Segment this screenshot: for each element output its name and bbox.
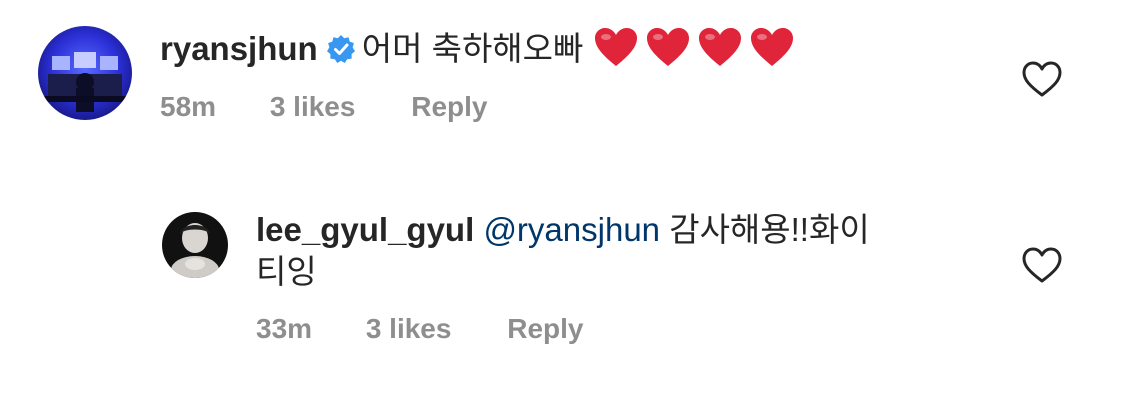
avatar-lee-gyul-gyul[interactable] bbox=[162, 212, 228, 278]
comment-meta: 33m 3 likes Reply bbox=[256, 312, 584, 346]
comment-text-continued: 티잉 bbox=[256, 253, 317, 290]
avatar-lee-gyul-gyul-image bbox=[162, 212, 228, 278]
comment-username[interactable]: lee_gyul_gyul bbox=[256, 211, 474, 248]
verified-badge-icon bbox=[326, 33, 356, 73]
heart-emoji-group bbox=[593, 26, 794, 77]
comment-timestamp: 58m bbox=[160, 91, 217, 122]
comment-ryansjhun: ryansjhun 어머 축하해오빠 58m 3 likes Reply bbox=[0, 0, 1125, 160]
comment-text: 어머 축하해오빠 bbox=[361, 30, 584, 67]
mention-link[interactable]: @ryansjhun bbox=[483, 211, 660, 248]
comment-meta: 58m 3 likes Reply bbox=[160, 90, 488, 124]
reply-button[interactable]: Reply bbox=[411, 90, 487, 124]
comment-timestamp: 33m bbox=[256, 313, 313, 344]
heart-outline-icon bbox=[1022, 247, 1062, 283]
avatar-ryansjhun[interactable] bbox=[38, 26, 132, 120]
comment-text: 감사해용!!화이 bbox=[669, 211, 870, 248]
comment-likes-count[interactable]: 3 likes bbox=[270, 90, 356, 124]
comment-lee-gyul-gyul: lee_gyul_gyul @ryansjhun 감사해용!!화이 티잉 33m… bbox=[0, 190, 1125, 390]
reply-button[interactable]: Reply bbox=[507, 312, 583, 346]
red-heart-emojis-icon bbox=[595, 28, 794, 66]
comment-ryansjhun-body: ryansjhun 어머 축하해오빠 bbox=[160, 26, 794, 77]
like-button[interactable] bbox=[1020, 244, 1064, 288]
like-button[interactable] bbox=[1020, 58, 1064, 102]
comment-lee-gyul-gyul-line2: 티잉 bbox=[256, 252, 317, 292]
heart-outline-icon bbox=[1022, 61, 1062, 97]
avatar-ryansjhun-image bbox=[38, 26, 132, 120]
comment-lee-gyul-gyul-line1: lee_gyul_gyul @ryansjhun 감사해용!!화이 bbox=[256, 210, 870, 250]
comment-username[interactable]: ryansjhun bbox=[160, 30, 318, 67]
comment-likes-count[interactable]: 3 likes bbox=[366, 312, 452, 346]
